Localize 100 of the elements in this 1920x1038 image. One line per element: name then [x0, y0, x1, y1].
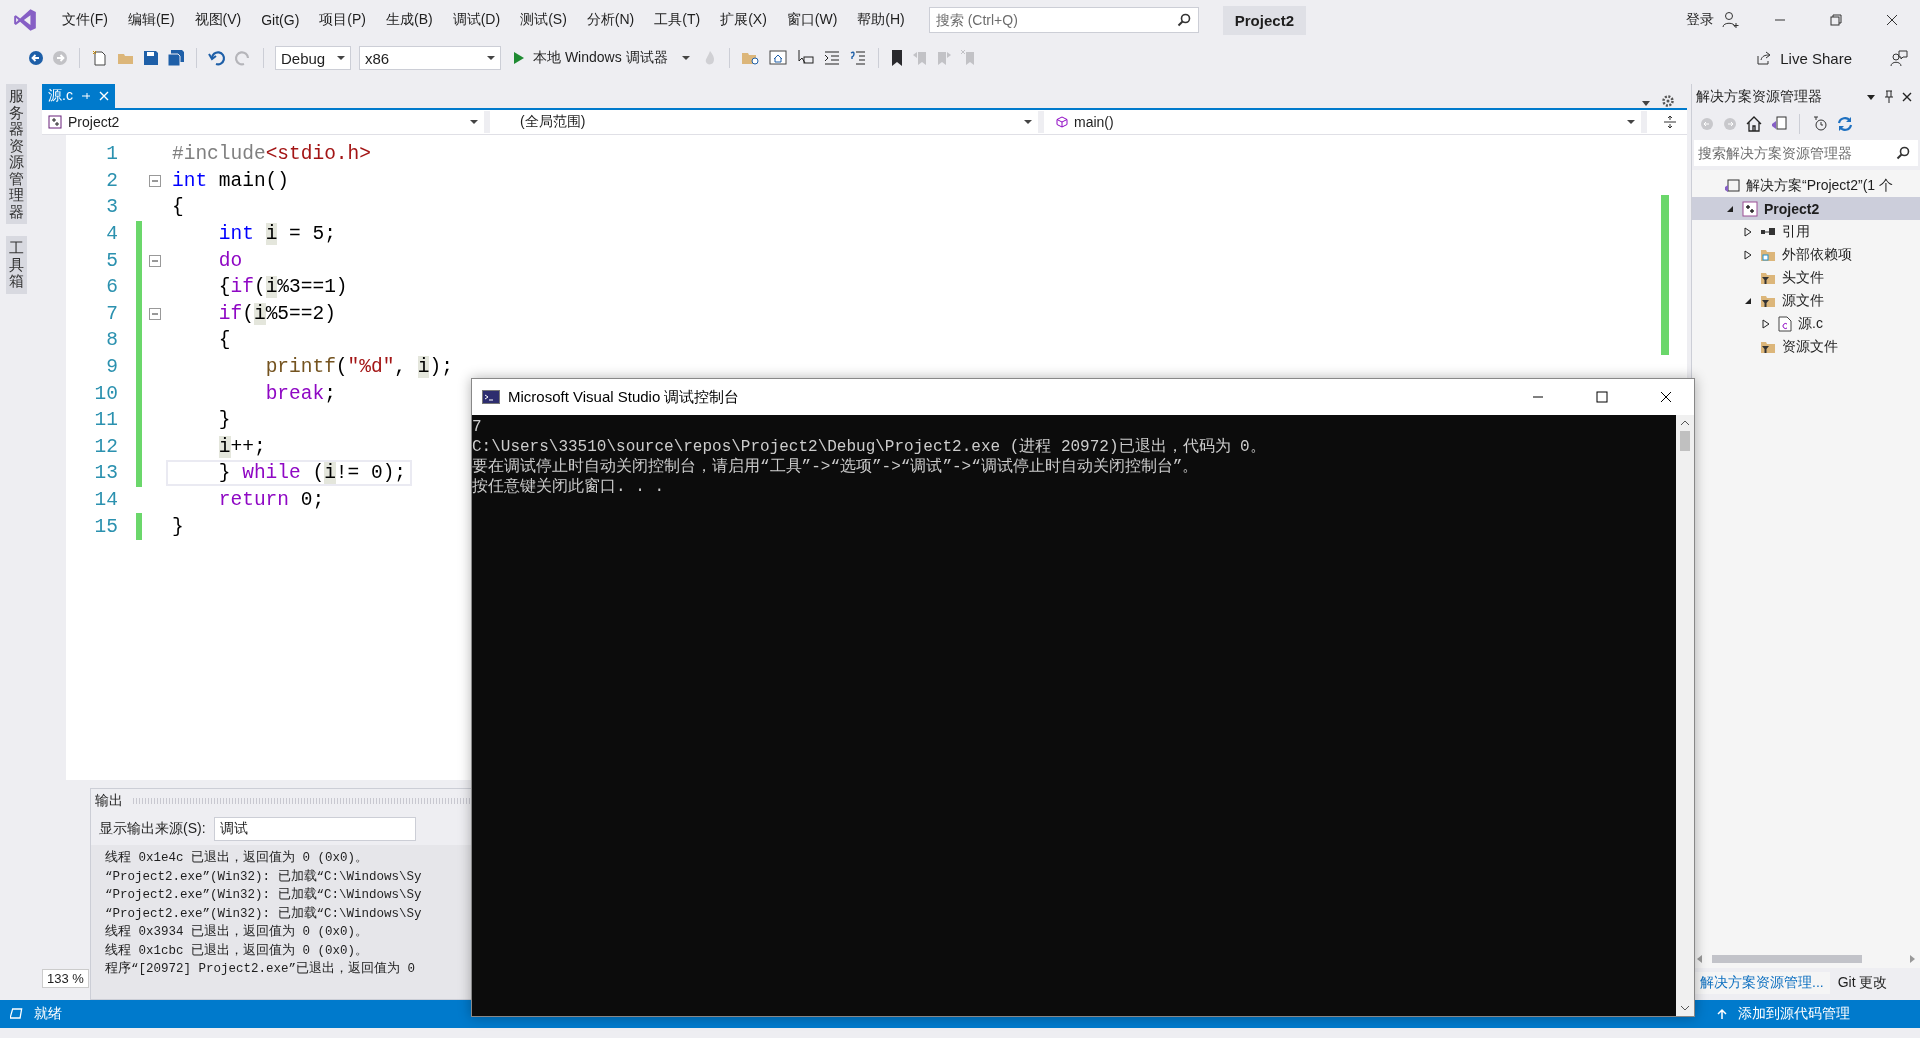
line-number: 15 — [93, 515, 119, 538]
collapse-icon[interactable] — [149, 307, 161, 320]
menu-item[interactable]: 帮助(H) — [847, 7, 915, 33]
line-number: 3 — [105, 196, 119, 219]
save-icon[interactable] — [143, 50, 159, 66]
new-item-icon[interactable] — [91, 49, 109, 67]
maximize-icon[interactable] — [1596, 391, 1608, 403]
settings-icon[interactable] — [1661, 94, 1675, 108]
history-icon[interactable] — [1812, 116, 1828, 132]
menu-item[interactable]: 文件(F) — [52, 7, 118, 33]
scroll-down-icon[interactable] — [1680, 1004, 1690, 1012]
configuration-dropdown[interactable]: Debug — [275, 46, 351, 70]
code-line: } while (i!= 0); — [168, 462, 411, 485]
line-number: 7 — [105, 302, 119, 325]
bookmark-icon[interactable] — [889, 49, 904, 67]
scroll-thumb[interactable] — [1680, 431, 1690, 451]
cube-icon — [1056, 116, 1068, 128]
menu-item[interactable]: 工具(T) — [644, 7, 711, 33]
search-field[interactable]: 搜索 (Ctrl+Q) — [928, 7, 1199, 33]
live-share-button[interactable]: Live Share — [1750, 48, 1858, 68]
menu-item[interactable]: 测试(S) — [510, 7, 577, 33]
tree-item[interactable]: 资源文件 — [1692, 335, 1920, 358]
expanded-icon[interactable] — [1744, 296, 1752, 305]
panel-tab[interactable]: Git 更改 — [1831, 972, 1894, 994]
tree-item[interactable]: Project2 — [1692, 197, 1920, 220]
menu-item[interactable]: 编辑(E) — [117, 7, 185, 33]
code-line: #include<stdio.h> — [171, 143, 372, 166]
output-line: 程序“[20972] Project2.exe”已退出，返回值为 0 — [105, 960, 416, 978]
close-icon[interactable] — [1660, 391, 1672, 403]
status-text: 就绪 — [34, 1005, 62, 1023]
sync-icon[interactable] — [1837, 116, 1853, 132]
back-icon[interactable] — [28, 50, 44, 66]
expanded-icon[interactable] — [1726, 204, 1734, 213]
split-icon[interactable] — [1663, 115, 1677, 129]
comment-icon[interactable] — [848, 49, 867, 67]
code-line: break; — [264, 382, 337, 405]
menu-item[interactable]: 生成(B) — [376, 7, 443, 33]
menu-item[interactable]: 窗口(W) — [776, 7, 848, 33]
output-source-dropdown[interactable]: 调试 — [213, 817, 416, 841]
undo-icon[interactable] — [208, 49, 226, 67]
collapse-icon[interactable] — [149, 254, 161, 267]
search-icon — [1176, 13, 1191, 27]
menu-item[interactable]: 扩展(X) — [710, 7, 777, 33]
share-icon — [1756, 50, 1773, 66]
scroll-up-icon[interactable] — [1680, 419, 1690, 427]
output-line: “Project2.exe”(Win32): 已加载“C:\Windows\Sy — [105, 868, 422, 886]
start-debugging-button[interactable]: 本地 Windows 调试器 — [509, 47, 694, 69]
add-to-source-control-button[interactable]: 添加到源代码管理 — [1738, 1005, 1850, 1023]
cursor-icon[interactable] — [796, 49, 815, 67]
project-icon — [1742, 200, 1758, 217]
tree-item[interactable]: 头文件 — [1692, 266, 1920, 289]
status-icon — [10, 1007, 24, 1021]
platform-dropdown[interactable]: x86 — [359, 46, 501, 70]
tree-item[interactable]: 源.c — [1692, 312, 1920, 335]
tree-item[interactable]: 外部依赖项 — [1692, 243, 1920, 266]
indent-icon[interactable] — [822, 49, 841, 67]
home-icon[interactable] — [1746, 116, 1762, 132]
scroll-right-icon[interactable] — [1908, 954, 1916, 964]
scroll-thumb[interactable] — [1712, 955, 1862, 963]
tree-item[interactable]: 解决方案“Project2”(1 个 — [1692, 174, 1920, 197]
menu-item[interactable]: 分析(N) — [576, 7, 645, 33]
browser-icon[interactable] — [768, 49, 789, 67]
menu-item[interactable]: 调试(D) — [442, 7, 511, 33]
menu-item[interactable]: 视图(V) — [184, 7, 252, 33]
dropdown-icon[interactable] — [1641, 98, 1651, 108]
sign-in-link[interactable]: 登录 — [1686, 11, 1714, 29]
collapsed-icon[interactable] — [1744, 226, 1752, 237]
close-icon[interactable] — [1886, 14, 1898, 26]
panel-tab[interactable]: 解决方案资源管理... — [1694, 972, 1830, 994]
collapsed-icon[interactable] — [1762, 318, 1770, 329]
save-all-icon[interactable] — [167, 49, 185, 67]
side-tab[interactable]: 工具箱 — [6, 236, 27, 294]
person-add-icon[interactable] — [1722, 11, 1740, 29]
collapsed-icon[interactable] — [1744, 249, 1752, 260]
menu-item[interactable]: Git(G) — [251, 8, 310, 32]
collapse-icon[interactable] — [149, 174, 161, 187]
scrollbar[interactable] — [1692, 950, 1920, 968]
restore-icon[interactable] — [1830, 14, 1842, 26]
scrollbar[interactable] — [1676, 415, 1694, 1016]
zoom-level[interactable]: 133 % — [42, 969, 89, 988]
dropdown-icon[interactable] — [1866, 92, 1876, 102]
code-line: { — [171, 196, 185, 219]
tree-item[interactable]: 源文件 — [1692, 289, 1920, 312]
window-title: Microsoft Visual Studio 调试控制台 — [508, 387, 740, 407]
line-number: 10 — [93, 382, 119, 405]
arrow-up-icon[interactable] — [1716, 1008, 1728, 1020]
side-tab[interactable]: 服务器资源管理器 — [6, 84, 27, 224]
tree-item[interactable]: 引用 — [1692, 220, 1920, 243]
code-line: return 0; — [217, 489, 326, 511]
pin-icon[interactable] — [1884, 90, 1894, 104]
menu-item[interactable]: 项目(P) — [309, 7, 376, 33]
solution-icon — [1724, 177, 1740, 194]
code-line: i++; — [217, 435, 267, 458]
code-line: printf("%d", i); — [264, 356, 454, 379]
feedback-icon[interactable] — [1890, 49, 1908, 67]
document-icon[interactable] — [1771, 116, 1787, 132]
code-line: { — [217, 329, 232, 352]
search-field[interactable]: 搜索解决方案资源管理器 — [1694, 140, 1918, 166]
close-icon[interactable] — [1902, 92, 1912, 102]
output-line: “Project2.exe”(Win32): 已加载“C:\Windows\Sy — [105, 905, 422, 923]
